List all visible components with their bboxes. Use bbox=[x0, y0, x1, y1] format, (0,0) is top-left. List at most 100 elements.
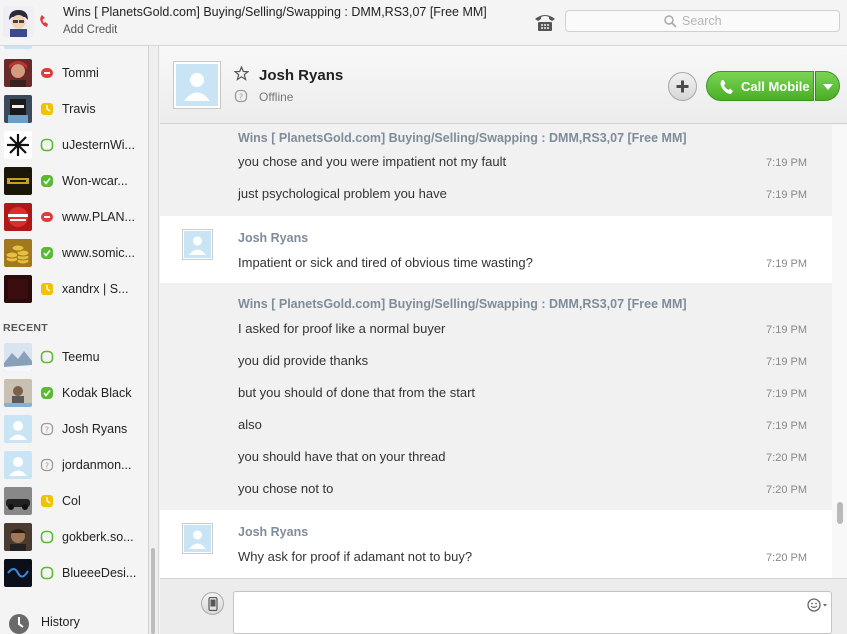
sidebar-scrollbar[interactable] bbox=[150, 548, 156, 634]
contact-name: BlueeeDesi... bbox=[62, 566, 137, 580]
message-group-josh: Josh Ryans Impatient or sick and tired o… bbox=[160, 216, 832, 283]
message-timestamp: 7:19 PM bbox=[766, 356, 807, 368]
recent-section-label: RECENT bbox=[3, 322, 48, 334]
contact-name: Travis bbox=[62, 102, 96, 116]
recent-row-teemu[interactable]: Teemu bbox=[0, 340, 148, 376]
online-status-icon bbox=[40, 174, 54, 188]
message-timestamp: 7:20 PM bbox=[766, 452, 807, 464]
online-status-icon bbox=[40, 350, 54, 364]
recent-row-josh-ryans[interactable]: ? Josh Ryans bbox=[0, 412, 148, 448]
message-text[interactable]: I asked for proof like a normal buyer bbox=[238, 321, 445, 336]
message-input-box[interactable] bbox=[233, 591, 832, 634]
history-button[interactable]: History bbox=[0, 608, 148, 634]
message-list[interactable]: Wins [ PlanetsGold.com] Buying/Selling/S… bbox=[160, 125, 832, 578]
add-credit-link[interactable]: Add Credit bbox=[63, 24, 117, 36]
svg-text:?: ? bbox=[45, 462, 49, 471]
search-box[interactable] bbox=[565, 10, 840, 32]
recent-row-kodak-black[interactable]: Kodak Black bbox=[0, 376, 148, 412]
message-timestamp: 7:19 PM bbox=[766, 189, 807, 201]
contact-row-www-plan[interactable]: www.PLAN... bbox=[0, 200, 148, 236]
message-sender: Wins [ PlanetsGold.com] Buying/Selling/S… bbox=[238, 297, 687, 311]
contact-status-text: Offline bbox=[259, 90, 294, 104]
contact-row-travis[interactable]: Travis bbox=[0, 92, 148, 128]
message-group-josh: Josh Ryans Why ask for proof if adamant … bbox=[160, 510, 832, 578]
contact-name: xandrx | S... bbox=[62, 282, 129, 296]
away-status-icon bbox=[40, 494, 54, 508]
contacts-sidebar: Tommi Travis uJesternWi... Won-wcar... w… bbox=[0, 46, 149, 634]
busy-status-icon bbox=[40, 210, 54, 224]
history-clock-icon bbox=[9, 614, 29, 634]
contact-name: Won-wcar... bbox=[62, 174, 128, 188]
recent-row-gokberk[interactable]: gokberk.so... bbox=[0, 520, 148, 556]
sidebar-scroll-track[interactable] bbox=[149, 46, 159, 634]
contact-row-won-wcar[interactable]: Won-wcar... bbox=[0, 164, 148, 200]
message-sender: Wins [ PlanetsGold.com] Buying/Selling/S… bbox=[238, 131, 687, 145]
add-participant-button[interactable] bbox=[668, 72, 697, 101]
contact-name: Tommi bbox=[62, 66, 99, 80]
favorite-star-icon[interactable] bbox=[233, 65, 250, 84]
default-avatar-icon bbox=[4, 451, 32, 479]
message-text[interactable]: you chose and you were impatient not my … bbox=[238, 154, 506, 169]
contact-avatar bbox=[4, 131, 32, 159]
contact-row-xandrx[interactable]: xandrx | S... bbox=[0, 272, 148, 308]
contact-avatar bbox=[4, 343, 32, 371]
online-status-icon bbox=[40, 566, 54, 580]
contact-row-ujestern[interactable]: uJesternWi... bbox=[0, 128, 148, 164]
message-text[interactable]: just psychological problem you have bbox=[238, 186, 447, 201]
call-options-dropdown[interactable] bbox=[815, 71, 840, 101]
message-text[interactable]: you chose not to bbox=[238, 481, 333, 496]
message-composer bbox=[160, 578, 847, 634]
contact-name: Josh Ryans bbox=[62, 422, 128, 436]
contact-avatar bbox=[4, 523, 32, 551]
call-mobile-button[interactable]: Call Mobile bbox=[706, 71, 814, 101]
contact-avatar bbox=[4, 487, 32, 515]
recent-row-col[interactable]: Col bbox=[0, 484, 148, 520]
message-text[interactable]: Impatient or sick and tired of obvious t… bbox=[238, 255, 533, 270]
contact-name: Teemu bbox=[62, 350, 100, 364]
recent-row-jordanmon[interactable]: ? jordanmon... bbox=[0, 448, 148, 484]
contact-avatar bbox=[4, 167, 32, 195]
recent-row-blueeedesi[interactable]: BlueeeDesi... bbox=[0, 556, 148, 592]
conversation-title: Wins [ PlanetsGold.com] Buying/Selling/S… bbox=[63, 5, 487, 19]
contact-avatar bbox=[4, 239, 32, 267]
message-timestamp: 7:19 PM bbox=[766, 324, 807, 336]
contact-row-www-somic[interactable]: www.somic... bbox=[0, 236, 148, 272]
sidebar-scroll-thumb[interactable] bbox=[151, 548, 155, 634]
emoticon-picker-button[interactable] bbox=[807, 598, 829, 615]
message-timestamp: 7:19 PM bbox=[766, 420, 807, 432]
message-text[interactable]: Why ask for proof if adamant not to buy? bbox=[238, 549, 472, 564]
contact-name: Col bbox=[62, 494, 81, 508]
conversation-header: Josh Ryans ? Offline Call Mobile bbox=[160, 46, 847, 124]
message-sender: Josh Ryans bbox=[238, 231, 309, 245]
contact-avatar bbox=[4, 379, 32, 407]
dialpad-phone-icon[interactable] bbox=[534, 12, 556, 35]
online-status-icon bbox=[40, 246, 54, 260]
contact-row-tommi[interactable]: Tommi bbox=[0, 56, 148, 92]
contact-row-partial[interactable] bbox=[0, 46, 148, 54]
online-status-icon bbox=[40, 530, 54, 544]
message-text[interactable]: you did provide thanks bbox=[238, 353, 368, 368]
contact-profile-picture[interactable] bbox=[173, 61, 221, 109]
mobile-phone-icon bbox=[208, 597, 218, 611]
contact-avatar bbox=[4, 46, 32, 49]
message-text[interactable]: also bbox=[238, 417, 262, 432]
chevron-down-icon bbox=[823, 84, 833, 90]
contact-avatar bbox=[4, 203, 32, 231]
search-input[interactable] bbox=[682, 13, 832, 29]
message-scrollbar[interactable] bbox=[832, 125, 847, 578]
conversation-avatar[interactable] bbox=[3, 6, 34, 37]
away-status-icon bbox=[40, 102, 54, 116]
contact-avatar bbox=[4, 95, 32, 123]
offline-status-icon: ? bbox=[40, 422, 54, 436]
busy-status-icon bbox=[40, 66, 54, 80]
contact-name: jordanmon... bbox=[62, 458, 132, 472]
send-sms-button[interactable] bbox=[201, 592, 224, 615]
online-status-icon bbox=[40, 138, 54, 152]
message-text[interactable]: you should have that on your thread bbox=[238, 449, 445, 464]
message-scroll-thumb[interactable] bbox=[837, 502, 843, 524]
message-text[interactable]: but you should of done that from the sta… bbox=[238, 385, 475, 400]
message-timestamp: 7:20 PM bbox=[766, 552, 807, 564]
offline-status-icon: ? bbox=[234, 89, 248, 106]
contact-avatar bbox=[4, 559, 32, 587]
message-input[interactable] bbox=[240, 596, 800, 630]
